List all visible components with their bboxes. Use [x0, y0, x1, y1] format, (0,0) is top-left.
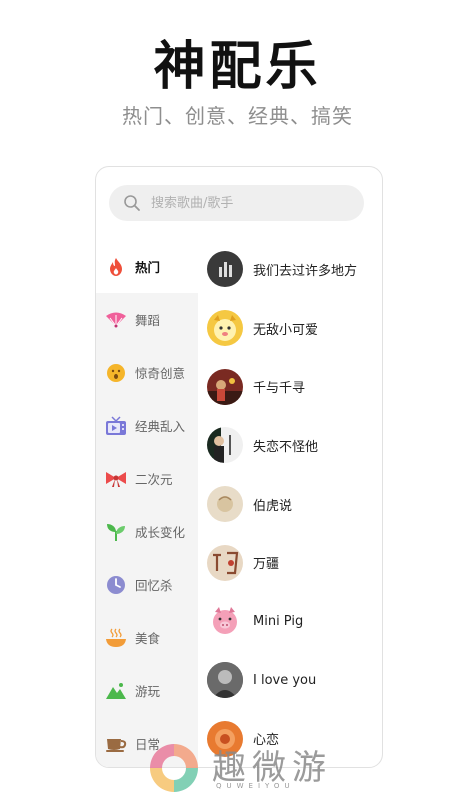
category-sidebar: 热门 舞蹈 惊奇创意 经典乱入 二次元 成长变化 回忆杀 美食 游玩 日常 — [96, 240, 198, 767]
song-name: 千与千寻 — [253, 381, 306, 397]
song-item[interactable]: 无敌小可爱 — [198, 299, 382, 358]
category-item-growth[interactable]: 成长变化 — [96, 505, 198, 558]
song-name: 伯虎说 — [253, 498, 293, 514]
fan-icon — [105, 309, 127, 331]
song-cover — [207, 486, 243, 523]
flame-icon — [105, 256, 127, 278]
category-item-memories[interactable]: 回忆杀 — [96, 558, 198, 611]
clock-icon — [105, 574, 127, 596]
song-cover — [207, 427, 243, 464]
song-item[interactable]: 失恋不怪他 — [198, 416, 382, 475]
watermark-subtext: QUWEIYOU — [216, 782, 295, 790]
category-label: 经典乱入 — [135, 419, 186, 434]
category-label: 二次元 — [135, 472, 173, 487]
tv-icon — [105, 415, 127, 437]
cup-icon — [105, 733, 127, 755]
category-item-creative[interactable]: 惊奇创意 — [96, 346, 198, 399]
category-item-dance[interactable]: 舞蹈 — [96, 293, 198, 346]
song-item[interactable]: 我们去过许多地方 — [198, 240, 382, 299]
page-title: 神配乐 — [153, 37, 322, 97]
song-cover — [207, 603, 243, 640]
category-label: 惊奇创意 — [135, 366, 186, 381]
song-cover — [207, 662, 243, 699]
category-label: 成长变化 — [135, 525, 186, 540]
song-item[interactable]: 伯虎说 — [198, 475, 382, 534]
song-name: Mini Pig — [253, 613, 304, 629]
song-item[interactable]: Mini Pig — [198, 592, 382, 651]
song-name: 无敌小可爱 — [253, 322, 319, 338]
song-name: I love you — [253, 672, 317, 688]
category-label: 游玩 — [135, 684, 161, 699]
sprout-icon — [105, 521, 127, 543]
category-label: 回忆杀 — [135, 578, 173, 593]
category-item-hot[interactable]: 热门 — [96, 240, 198, 293]
app-screen: 热门 舞蹈 惊奇创意 经典乱入 二次元 — [95, 166, 383, 768]
page-subtitle: 热门、创意、经典、搞笑 — [122, 104, 353, 128]
song-item[interactable]: 千与千寻 — [198, 357, 382, 416]
song-cover — [207, 368, 243, 405]
song-item[interactable]: 万疆 — [198, 533, 382, 592]
song-item[interactable]: I love you — [198, 651, 382, 710]
song-list: 我们去过许多地方 无敌小可爱 千与千寻 失恋不怪他 伯虎说 万疆 Mini Pi… — [198, 240, 382, 767]
surprised-face-icon — [105, 362, 127, 384]
category-item-travel[interactable]: 游玩 — [96, 664, 198, 717]
watermark-logo-icon — [146, 740, 202, 800]
mountain-icon — [105, 680, 127, 702]
category-label: 热门 — [135, 260, 161, 275]
song-name: 失恋不怪他 — [253, 439, 319, 455]
song-name: 万疆 — [253, 557, 280, 573]
song-name: 我们去过许多地方 — [253, 263, 358, 279]
bow-icon — [105, 468, 127, 490]
bowl-icon — [105, 627, 127, 649]
song-cover — [207, 310, 243, 347]
category-item-anime[interactable]: 二次元 — [96, 452, 198, 505]
search-icon — [123, 194, 141, 212]
category-label: 舞蹈 — [135, 313, 161, 328]
category-item-classic[interactable]: 经典乱入 — [96, 399, 198, 452]
song-cover — [207, 251, 243, 288]
search-input[interactable] — [149, 194, 353, 212]
category-label: 美食 — [135, 631, 161, 646]
category-item-food[interactable]: 美食 — [96, 611, 198, 664]
song-cover — [207, 544, 243, 581]
search-bar[interactable] — [109, 185, 364, 221]
watermark: 趣微游 QUWEIYOU — [146, 736, 346, 796]
